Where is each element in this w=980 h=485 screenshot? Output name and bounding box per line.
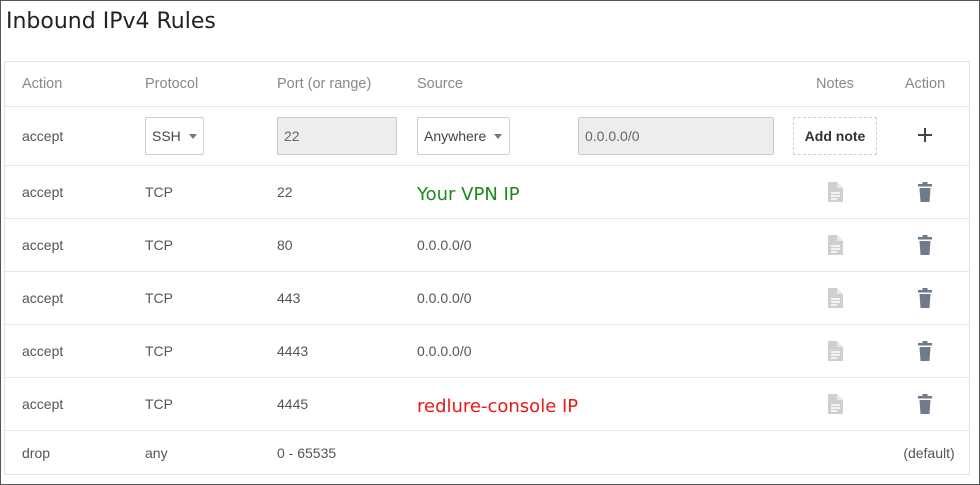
table-row: accept TCP 22 Your VPN IP: [5, 166, 969, 219]
source-select-value: Anywhere: [424, 128, 487, 144]
row-protocol: TCP: [145, 237, 173, 253]
source-ip-value: 0.0.0.0/0: [585, 128, 640, 144]
row-port: 443: [277, 290, 301, 306]
note-icon[interactable]: [775, 219, 895, 271]
trash-icon[interactable]: [895, 325, 955, 377]
row-protocol: TCP: [145, 343, 173, 359]
header-protocol: Protocol: [145, 76, 199, 92]
trash-icon[interactable]: [895, 378, 955, 430]
chevron-down-icon: [188, 133, 197, 139]
table-row: accept TCP 4445 redlure-console IP: [5, 378, 969, 431]
row-source: 0.0.0.0/0: [417, 290, 472, 306]
row-port: 4445: [277, 396, 309, 412]
row-port: 0 - 65535: [277, 445, 337, 461]
rules-table: Action Protocol Port (or range) Source N…: [4, 61, 970, 475]
header-action-2: Action: [904, 76, 946, 92]
trash-icon[interactable]: [895, 272, 955, 324]
row-source: 0.0.0.0/0: [417, 237, 472, 253]
note-icon[interactable]: [775, 378, 895, 430]
row-action: accept: [22, 396, 64, 412]
row-action: accept: [22, 290, 64, 306]
header-notes: Notes: [816, 76, 854, 92]
trash-icon[interactable]: [895, 219, 955, 271]
row-protocol: TCP: [145, 396, 173, 412]
note-icon[interactable]: [775, 325, 895, 377]
port-input-value: 22: [284, 128, 300, 144]
row-protocol: TCP: [145, 290, 173, 306]
header-port: Port (or range): [277, 76, 372, 92]
default-row: drop any 0 - 65535 (default): [5, 431, 969, 475]
table-row: accept TCP 4443 0.0.0.0/0: [5, 325, 969, 378]
row-port: 22: [277, 184, 293, 200]
port-input[interactable]: 22: [277, 117, 397, 155]
row-protocol: TCP: [145, 184, 173, 200]
header-action: Action: [22, 76, 63, 92]
source-select[interactable]: Anywhere: [417, 117, 510, 155]
trash-icon[interactable]: [895, 166, 955, 218]
row-action: accept: [22, 237, 64, 253]
protocol-select-value: SSH: [152, 128, 181, 144]
row-source: redlure-console IP: [417, 395, 579, 417]
add-note-button[interactable]: Add note: [793, 117, 877, 155]
row-source: Your VPN IP: [417, 183, 520, 205]
note-icon[interactable]: [775, 272, 895, 324]
default-label: (default): [903, 445, 955, 461]
row-port: 80: [277, 237, 293, 253]
protocol-select[interactable]: SSH: [145, 117, 204, 155]
chevron-down-icon: [494, 133, 503, 139]
new-rule-action: accept: [22, 128, 64, 144]
plus-icon[interactable]: [911, 121, 939, 149]
page-title: Inbound IPv4 Rules: [6, 9, 216, 34]
note-icon[interactable]: [775, 166, 895, 218]
row-source: 0.0.0.0/0: [417, 343, 472, 359]
table-header: Action Protocol Port (or range) Source N…: [5, 62, 969, 107]
row-action: accept: [22, 184, 64, 200]
source-ip-input[interactable]: 0.0.0.0/0: [578, 117, 774, 155]
table-row: accept TCP 80 0.0.0.0/0: [5, 219, 969, 272]
window-frame: Inbound IPv4 Rules Action Protocol Port …: [0, 0, 980, 485]
row-action: accept: [22, 343, 64, 359]
row-protocol: any: [145, 445, 168, 461]
row-port: 4443: [277, 343, 309, 359]
new-rule-row: accept SSH 22 Anywhere 0.0.0.0/0 Add not…: [5, 107, 969, 166]
table-row: accept TCP 443 0.0.0.0/0: [5, 272, 969, 325]
row-action: drop: [22, 445, 51, 461]
header-source: Source: [417, 76, 463, 92]
